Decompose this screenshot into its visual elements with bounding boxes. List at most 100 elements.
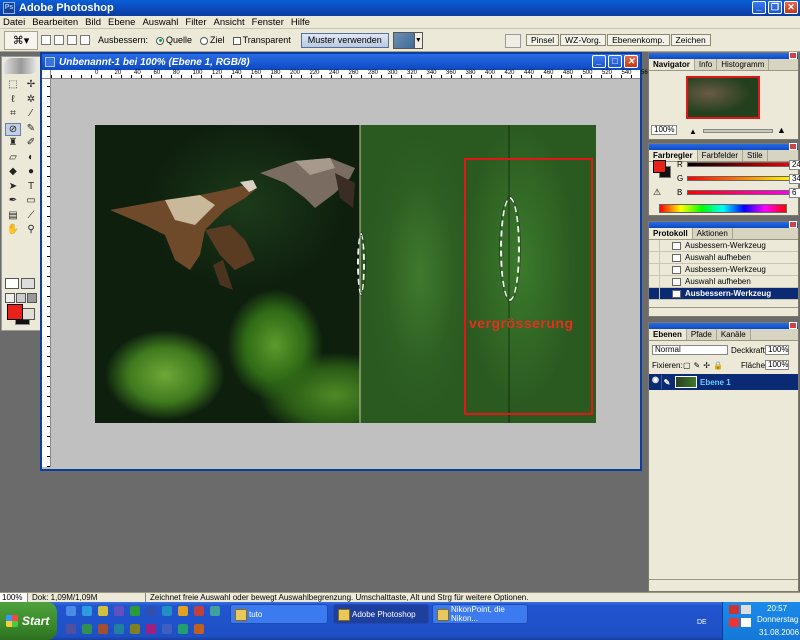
well-tab-zeichen[interactable]: Zeichen	[670, 34, 711, 46]
path-select-tool-icon[interactable]: ➤	[5, 181, 21, 195]
task-photoshop[interactable]: Adobe Photoshop	[333, 604, 429, 624]
quicklaunch-row2-icon[interactable]	[82, 624, 92, 634]
magic-wand-tool-icon[interactable]: ✲	[23, 94, 39, 108]
screen-mode-menu-icon[interactable]	[16, 293, 26, 303]
image-canvas[interactable]: vergrösserung	[95, 125, 596, 423]
muster-verwenden-button[interactable]: Muster verwenden	[300, 32, 389, 48]
brush-tool-icon[interactable]: ✎	[23, 123, 39, 137]
standard-mode-icon[interactable]	[5, 278, 19, 289]
tab-histogramm[interactable]: Histogramm	[717, 59, 770, 70]
quicklaunch-excel-icon[interactable]	[130, 606, 140, 616]
history-item[interactable]: Auswahl aufheben	[649, 276, 798, 288]
tray-icon[interactable]	[741, 618, 751, 627]
menu-filter[interactable]: Filter	[185, 17, 206, 28]
radio-quelle[interactable]: Quelle	[156, 35, 192, 45]
checkbox-transparent[interactable]: Transparent	[232, 35, 291, 45]
quicklaunch-word-icon[interactable]	[146, 606, 156, 616]
quicklaunch-messenger-icon[interactable]	[162, 606, 172, 616]
foreground-color-swatch[interactable]	[7, 304, 23, 320]
lock-icons[interactable]: ▢✎✢🔒	[683, 361, 726, 370]
task-tuto[interactable]: tuto	[230, 604, 328, 624]
screen-mode-standard-icon[interactable]	[5, 293, 15, 303]
tray-icon[interactable]	[741, 605, 751, 614]
history-item[interactable]: Ausbessern-Werkzeug	[649, 240, 798, 252]
quicklaunch-row2-icon[interactable]	[146, 624, 156, 634]
clock-date[interactable]: 31.08.2006	[759, 628, 799, 637]
intersect-selection-icon[interactable]	[80, 35, 90, 45]
field-r[interactable]: 249	[789, 159, 800, 170]
zoom-out-icon[interactable]: ▲	[689, 127, 697, 136]
status-doc-size[interactable]: Dok: 1,09M/1,09M	[28, 593, 146, 602]
shape-tool-icon[interactable]: ▭	[23, 195, 39, 209]
screen-mode-full-icon[interactable]	[27, 293, 37, 303]
lasso-tool-icon[interactable]: ℓ	[5, 94, 21, 108]
quicklaunch-media-icon[interactable]	[178, 606, 188, 616]
quicklaunch-row2-icon[interactable]	[178, 624, 188, 634]
vertical-ruler[interactable]	[42, 79, 51, 467]
quicklaunch-row2-icon[interactable]	[66, 624, 76, 634]
color-spectrum-bar[interactable]	[659, 204, 787, 213]
task-nikonpoint[interactable]: NikonPoint, die Nikon...	[432, 604, 528, 624]
blur-tool-icon[interactable]: ◆	[5, 166, 21, 180]
well-tab-pinsel[interactable]: Pinsel	[526, 34, 560, 46]
doc-close-button[interactable]: ✕	[624, 55, 638, 68]
clock-time[interactable]: 20:57	[767, 604, 787, 613]
zoom-tool-icon[interactable]: ⚲	[23, 224, 39, 238]
quicklaunch-row2-icon[interactable]	[98, 624, 108, 634]
radio-ziel[interactable]: Ziel	[200, 35, 225, 45]
quicklaunch-row2-icon[interactable]	[114, 624, 124, 634]
ruler-corner[interactable]	[42, 70, 51, 79]
color-foreground-swatch[interactable]	[653, 160, 666, 173]
zoom-in-icon[interactable]: ▲	[777, 125, 786, 135]
subtract-selection-icon[interactable]	[67, 35, 77, 45]
history-item-selected[interactable]: Ausbessern-Werkzeug	[649, 288, 798, 300]
menu-bearbeiten[interactable]: Bearbeiten	[32, 17, 78, 28]
chevron-down-icon[interactable]: ▼	[414, 31, 423, 49]
tray-icon[interactable]	[729, 618, 739, 627]
document-title-bar[interactable]: Unbenannt-1 bei 100% (Ebene 1, RGB/8) _ …	[42, 54, 640, 70]
navigator-zoom-field[interactable]: 100%	[651, 125, 677, 135]
menu-ebene[interactable]: Ebene	[108, 17, 135, 28]
field-b[interactable]: 6	[789, 187, 800, 198]
navigator-thumbnail[interactable]	[686, 76, 760, 119]
quicklaunch-tool-icon[interactable]	[194, 606, 204, 616]
pen-tool-icon[interactable]: ✒	[5, 195, 21, 209]
palette-close-icon[interactable]	[789, 221, 797, 228]
start-button[interactable]: Start	[0, 602, 57, 640]
slider-b-track[interactable]	[687, 190, 795, 195]
quicklaunch-folder-icon[interactable]	[98, 606, 108, 616]
dodge-tool-icon[interactable]: ●	[23, 166, 39, 180]
well-tab-wz-vorg[interactable]: WZ-Vorg.	[560, 34, 607, 46]
layer-row[interactable]: ◉ ✎ Ebene 1	[649, 374, 798, 390]
quicklaunch-row2-icon[interactable]	[130, 624, 140, 634]
lasso-selection-small[interactable]	[356, 232, 366, 296]
menu-auswahl[interactable]: Auswahl	[142, 17, 178, 28]
blend-mode-select[interactable]: Normal	[652, 345, 728, 355]
eyedropper-tool-icon[interactable]: ⟋	[23, 210, 39, 224]
navigator-zoom-slider[interactable]	[703, 129, 773, 133]
menu-hilfe[interactable]: Hilfe	[291, 17, 310, 28]
restore-button[interactable]: ❐	[768, 1, 782, 14]
palette-close-icon[interactable]	[789, 52, 797, 59]
pattern-swatch[interactable]	[392, 31, 415, 49]
eye-icon[interactable]: ◉	[650, 375, 662, 389]
tray-icon[interactable]	[729, 605, 739, 614]
close-button[interactable]: ✕	[784, 1, 798, 14]
opacity-field[interactable]: 100%	[765, 345, 789, 355]
quicklaunch-ie-icon[interactable]	[82, 606, 92, 616]
quicklaunch-app-icon[interactable]	[114, 606, 124, 616]
slider-g-track[interactable]	[687, 176, 795, 181]
status-zoom-field[interactable]: 100%	[0, 593, 28, 602]
quick-mask-mode-icon[interactable]	[21, 278, 35, 289]
slice-tool-icon[interactable]: ∕	[23, 108, 39, 122]
stamp-tool-icon[interactable]: ♜	[5, 137, 21, 151]
patch-tool-icon[interactable]: ⊘	[5, 122, 21, 136]
tab-info[interactable]: Info	[695, 59, 718, 70]
quicklaunch-desktop-icon[interactable]	[66, 606, 76, 616]
marquee-tool-icon[interactable]: ⬚	[5, 79, 21, 93]
new-selection-icon[interactable]	[41, 35, 51, 45]
quicklaunch-row2-icon[interactable]	[162, 624, 172, 634]
history-brush-tool-icon[interactable]: ✐	[23, 137, 39, 151]
minimize-button[interactable]: _	[752, 1, 766, 14]
fill-field[interactable]: 100%	[765, 360, 789, 370]
